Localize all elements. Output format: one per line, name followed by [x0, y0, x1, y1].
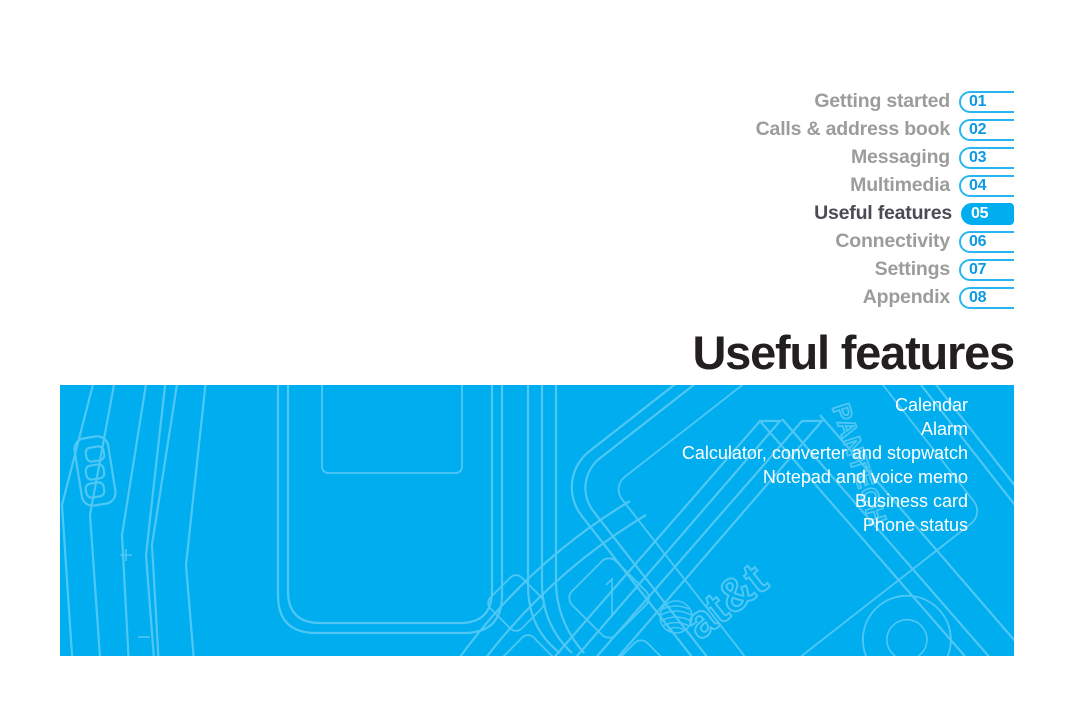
- chapter-number: 01: [969, 93, 987, 110]
- chapter-index-label: Calls & address book: [755, 118, 951, 141]
- chapter-index: Getting started 01 Calls & address book 02 M…: [0, 88, 1014, 312]
- hero-subtitle-item: Phone status: [862, 515, 968, 535]
- att-wordmark-watermark: at&t: [674, 553, 777, 649]
- chapter-index-item-05[interactable]: Useful features 05: [0, 200, 1014, 228]
- chapter-number-tab[interactable]: 05: [961, 203, 1014, 225]
- hero-banner: at&t PANTECH Calendar Alarm Calculator, co…: [60, 385, 1014, 656]
- hero-subtitle-item: Calendar: [894, 395, 968, 415]
- chapter-number: 06: [969, 233, 987, 250]
- chapter-index-item-02[interactable]: Calls & address book 02: [0, 116, 1014, 144]
- chapter-index-label: Getting started: [814, 90, 950, 113]
- chapter-index-item-01[interactable]: Getting started 01: [0, 88, 1014, 116]
- chapter-index-label: Connectivity: [835, 230, 950, 253]
- hero-subtitle-item: Business card: [854, 491, 968, 511]
- chapter-number-tab[interactable]: 04: [959, 175, 1014, 197]
- chapter-number: 04: [969, 177, 987, 194]
- chapter-number-tab[interactable]: 01: [959, 91, 1014, 113]
- chapter-number: 07: [969, 261, 987, 278]
- chapter-number: 05: [971, 205, 989, 222]
- hero-subtitle-item: Notepad and voice memo: [762, 467, 968, 487]
- chapter-number-tab[interactable]: 08: [959, 287, 1014, 309]
- chapter-index-item-04[interactable]: Multimedia 04: [0, 172, 1014, 200]
- chapter-index-label: Multimedia: [850, 174, 950, 197]
- chapter-index-item-03[interactable]: Messaging 03: [0, 144, 1014, 172]
- hero-subtitle-item: Calculator, converter and stopwatch: [681, 443, 968, 463]
- chapter-index-label: Settings: [874, 258, 951, 281]
- chapter-index-item-07[interactable]: Settings 07: [0, 256, 1014, 284]
- chapter-index-item-06[interactable]: Connectivity 06: [0, 228, 1014, 256]
- chapter-number-tab[interactable]: 03: [959, 147, 1014, 169]
- chapter-index-label: Useful features: [814, 202, 952, 225]
- chapter-number-tab[interactable]: 07: [959, 259, 1014, 281]
- chapter-number: 02: [969, 121, 987, 138]
- chapter-index-item-08[interactable]: Appendix 08: [0, 284, 1014, 312]
- chapter-number: 03: [969, 149, 987, 166]
- page-title: Useful features: [692, 326, 1015, 379]
- hero-subtitle-list: Calendar Alarm Calculator, converter and s…: [682, 393, 968, 537]
- hero-subtitle-item: Alarm: [920, 419, 968, 439]
- chapter-index-label: Appendix: [862, 286, 950, 309]
- chapter-number: 08: [969, 289, 987, 306]
- chapter-index-label: Messaging: [851, 146, 950, 169]
- chapter-number-tab[interactable]: 06: [959, 231, 1014, 253]
- chapter-number-tab[interactable]: 02: [959, 119, 1014, 141]
